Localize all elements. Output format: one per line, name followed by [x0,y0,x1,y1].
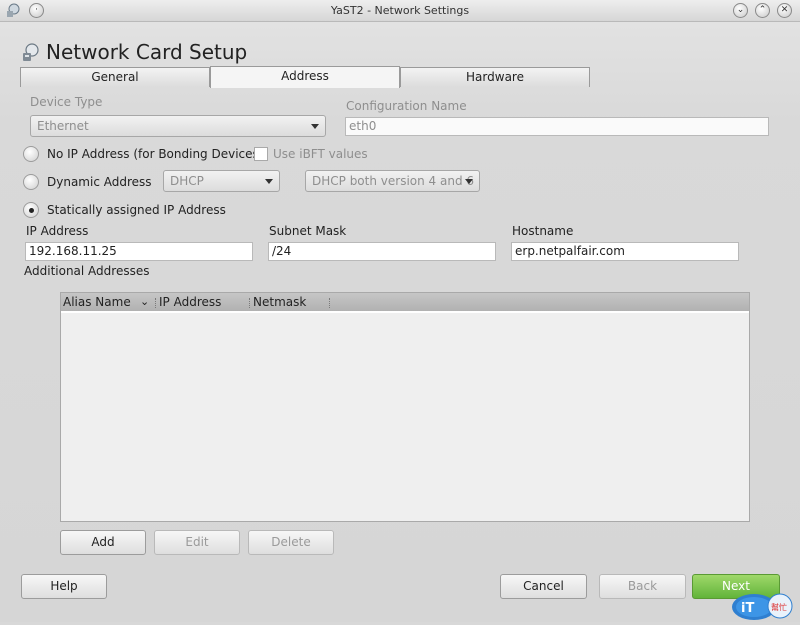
ip-address-label: IP Address [26,224,89,238]
column-alias-name[interactable]: Alias Name [63,295,131,309]
sort-chevron-down-icon[interactable]: ⌄ [140,295,149,308]
page-title: Network Card Setup [46,40,248,64]
tab-bar: General Address Hardware [20,66,590,89]
column-netmask[interactable]: Netmask [253,295,306,309]
additional-addresses-table[interactable]: Alias Name ⌄ IP Address Netmask [60,292,750,522]
help-button[interactable]: Help [21,574,107,599]
column-separator [329,298,330,308]
tab-label: Address [281,69,329,83]
maximize-icon[interactable]: ⌃ [755,3,770,18]
device-type-label: Device Type [30,95,103,109]
ibft-checkbox[interactable] [254,147,268,161]
ip-address-field[interactable]: 192.168.11.25 [25,242,253,261]
chevron-down-icon [465,179,473,184]
column-separator [249,298,250,308]
yast-window: · YaST2 - Network Settings ⌄ ⌃ ✕ Network… [0,0,800,622]
subnet-mask-label: Subnet Mask [269,224,347,238]
column-separator [155,298,156,308]
dynamic-address-label: Dynamic Address [47,175,152,189]
minimize-icon[interactable]: ⌄ [733,3,748,18]
edit-button[interactable]: Edit [154,530,240,555]
network-card-icon [20,42,40,62]
dhcp-mode-combo[interactable]: DHCP [163,170,280,192]
svg-text:幫忙: 幫忙 [771,602,787,612]
tab-label: General [91,70,139,84]
ibft-label: Use iBFT values [273,147,368,161]
dynamic-address-radio[interactable] [23,174,39,190]
add-button[interactable]: Add [60,530,146,555]
cancel-button[interactable]: Cancel [500,574,587,599]
chevron-down-icon [311,124,319,129]
column-ip-address[interactable]: IP Address [159,295,221,309]
hostname-field[interactable]: erp.netpalfair.com [511,242,739,261]
static-address-radio[interactable] [23,202,39,218]
config-name-label: Configuration Name [346,99,467,113]
tab-address[interactable]: Address [210,66,400,88]
site-watermark-logo: iT 幫忙 [730,588,800,622]
dhcp-mode-value: DHCP [170,174,204,188]
back-button[interactable]: Back [599,574,686,599]
chevron-down-icon [265,179,273,184]
device-type-combo[interactable]: Ethernet [30,115,326,137]
additional-addresses-label: Additional Addresses [24,264,150,278]
config-name-field[interactable]: eth0 [345,117,769,136]
no-ip-radio[interactable] [23,146,39,162]
window-title: YaST2 - Network Settings [330,4,470,17]
no-ip-label: No IP Address (for Bonding Devices) [47,147,264,161]
tab-hardware[interactable]: Hardware [400,67,590,87]
subnet-mask-field[interactable]: /24 [268,242,496,261]
dhcp-version-value: DHCP both version 4 and 6 [312,174,475,188]
static-address-label: Statically assigned IP Address [47,203,226,217]
tab-general[interactable]: General [20,67,210,87]
delete-button[interactable]: Delete [248,530,334,555]
close-icon[interactable]: ✕ [777,3,792,18]
svg-text:iT: iT [741,601,754,616]
device-type-value: Ethernet [37,119,89,133]
hostname-label: Hostname [512,224,574,238]
table-header: Alias Name ⌄ IP Address Netmask [61,293,749,313]
tab-label: Hardware [466,70,524,84]
title-bar: · YaST2 - Network Settings ⌄ ⌃ ✕ [0,0,800,22]
dhcp-version-combo[interactable]: DHCP both version 4 and 6 [305,170,480,192]
